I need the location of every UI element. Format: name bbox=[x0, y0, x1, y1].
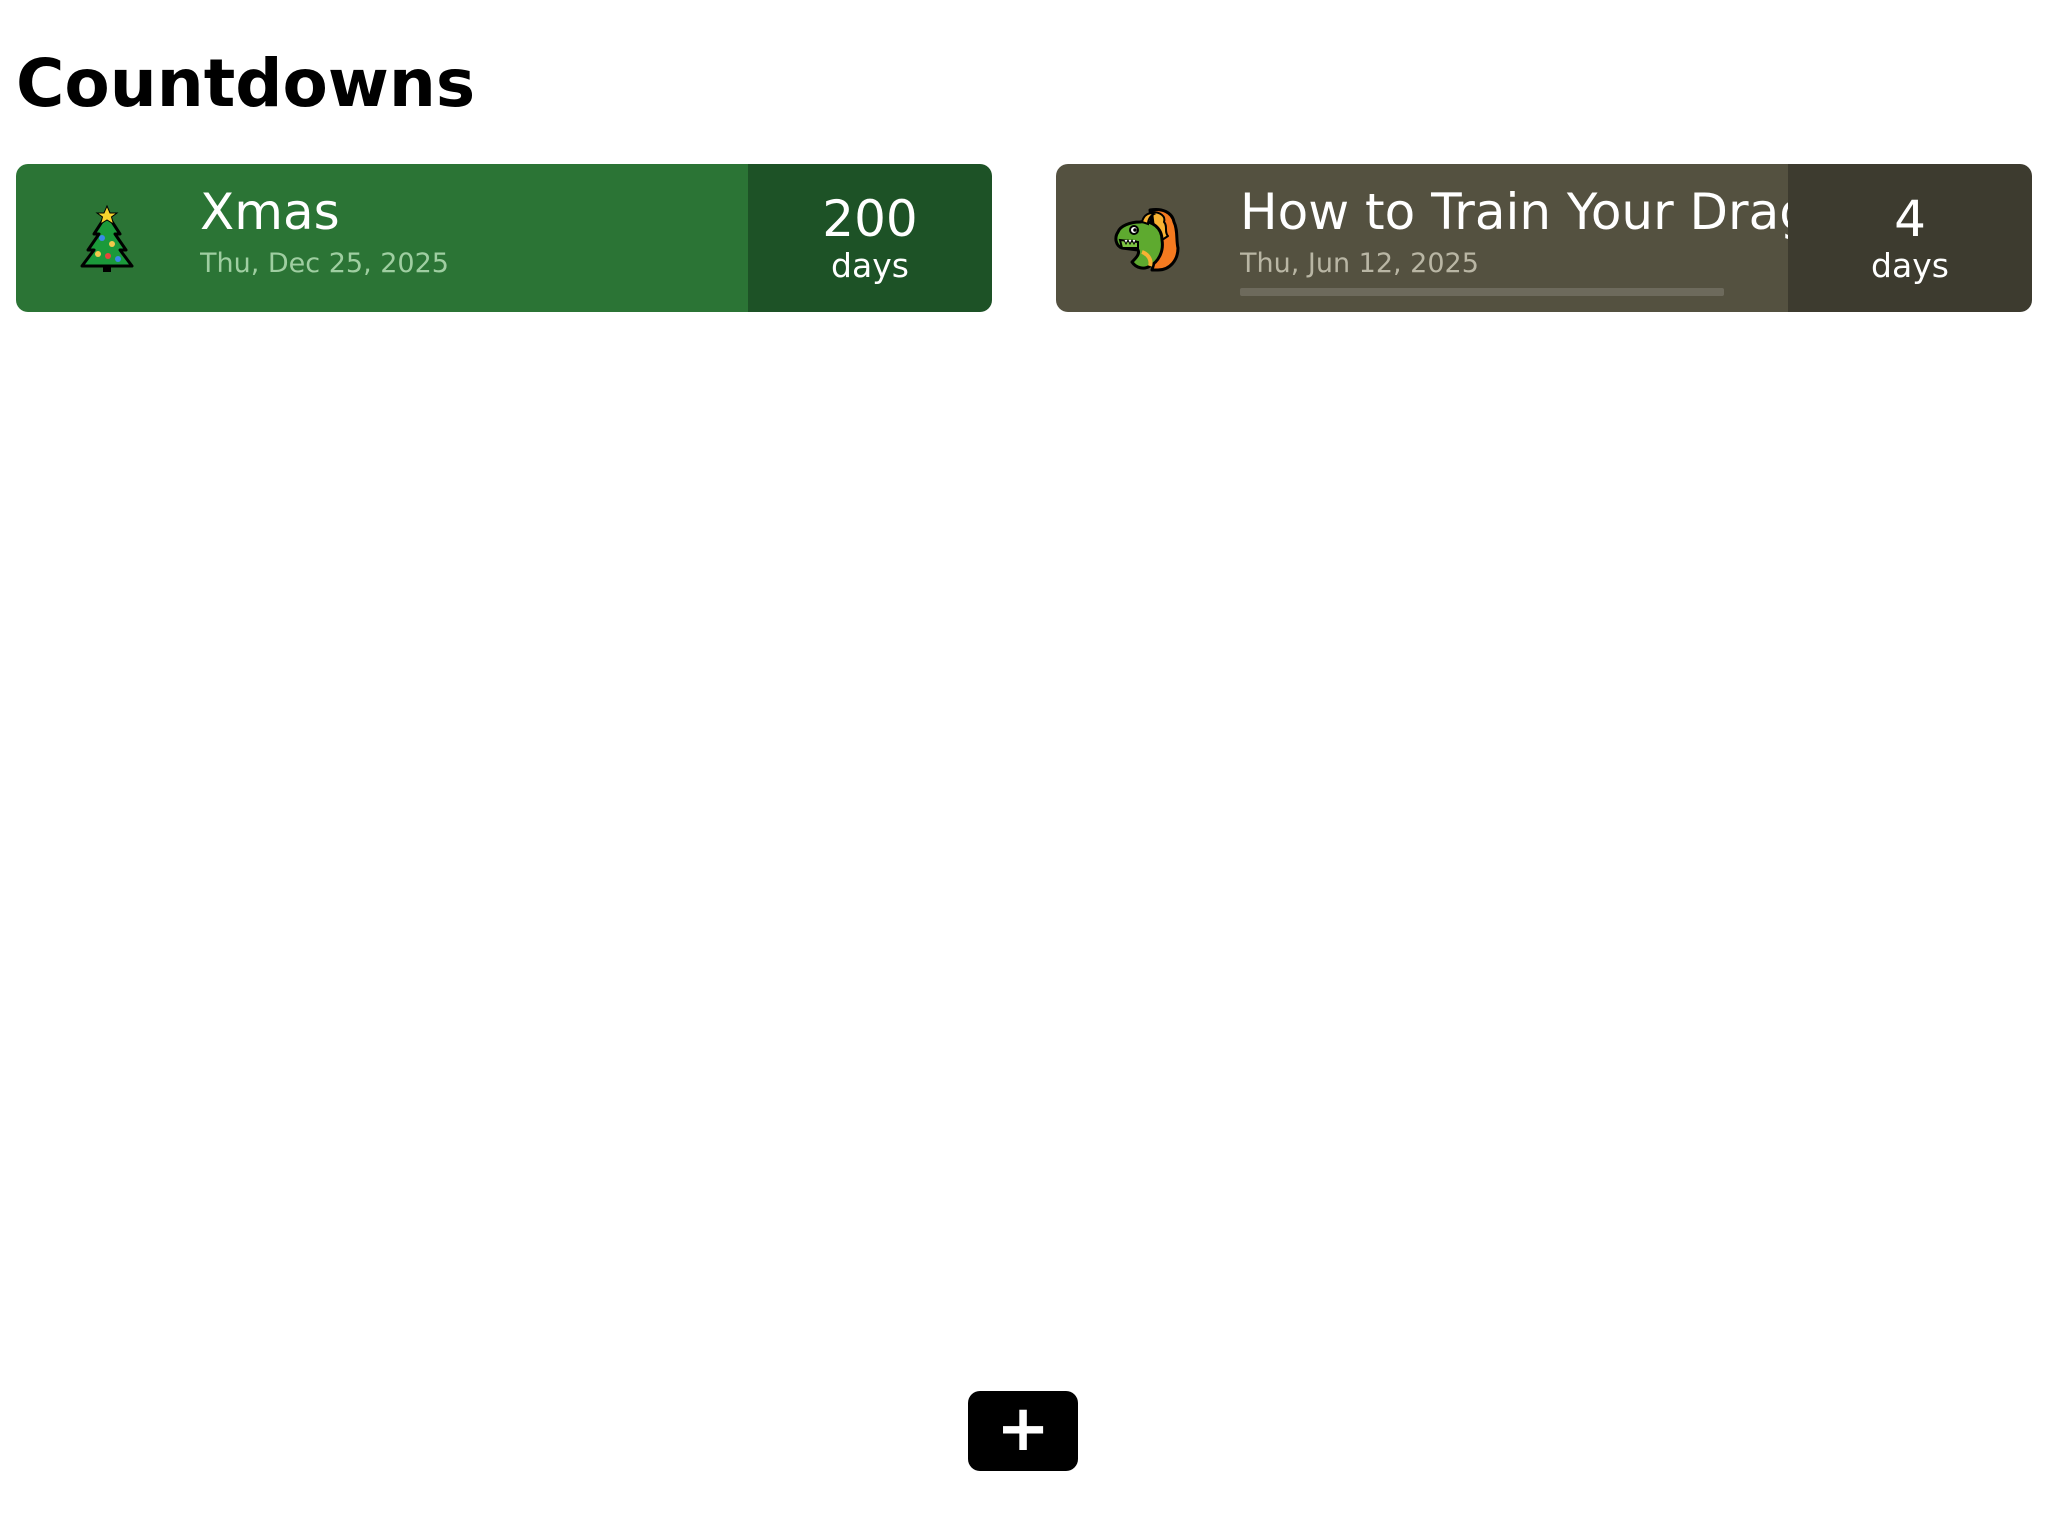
plus-icon: + bbox=[996, 1392, 1050, 1466]
countdown-days-remaining: 4 days bbox=[1788, 164, 2032, 312]
countdown-progress-bar bbox=[1240, 288, 1724, 296]
days-count: 200 bbox=[822, 190, 918, 248]
countdown-card[interactable]: Xmas Thu, Dec 25, 2025 200 days bbox=[16, 164, 992, 312]
countdown-date: Thu, Dec 25, 2025 bbox=[200, 248, 449, 279]
countdown-card-main: Xmas Thu, Dec 25, 2025 bbox=[16, 164, 748, 312]
dragon-face-icon bbox=[1112, 204, 1182, 274]
christmas-tree-icon bbox=[72, 204, 142, 274]
countdown-card[interactable]: How to Train Your Dragon Thu, Jun 12, 20… bbox=[1056, 164, 2032, 312]
countdown-days-remaining: 200 days bbox=[748, 164, 992, 312]
days-unit: days bbox=[831, 246, 909, 285]
countdown-title: How to Train Your Dragon bbox=[1240, 183, 1788, 241]
days-count: 4 bbox=[1894, 190, 1926, 248]
add-countdown-button[interactable]: + bbox=[968, 1391, 1078, 1471]
countdown-card-main: How to Train Your Dragon Thu, Jun 12, 20… bbox=[1056, 164, 1788, 312]
page-title: Countdowns bbox=[16, 45, 476, 122]
countdown-list: Xmas Thu, Dec 25, 2025 200 days How to T… bbox=[16, 164, 2032, 312]
countdown-card-text: Xmas Thu, Dec 25, 2025 bbox=[200, 182, 748, 282]
countdown-title: Xmas bbox=[200, 183, 340, 241]
countdowns-page: Countdowns Xmas Thu, Dec 25, 2025 200 da… bbox=[0, 0, 2048, 1536]
countdown-card-text: How to Train Your Dragon Thu, Jun 12, 20… bbox=[1240, 182, 1788, 282]
countdown-date: Thu, Jun 12, 2025 bbox=[1240, 248, 1479, 279]
days-unit: days bbox=[1871, 246, 1949, 285]
